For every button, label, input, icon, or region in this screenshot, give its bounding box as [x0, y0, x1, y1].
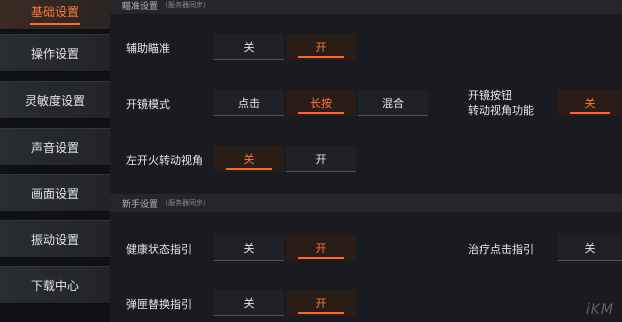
scope-button-turn-label: 开镜按钮 转动视角功能 — [468, 88, 534, 118]
sidebar-item-basic-settings[interactable]: 基础设置 — [0, 0, 110, 30]
scope-mode-hold-option[interactable]: 长按 — [286, 90, 356, 116]
section-title: 瞄准设置 — [122, 1, 159, 12]
left-fire-turn-off-option[interactable]: 关 — [214, 146, 284, 172]
heal-click-guide-off-option[interactable]: 关 — [558, 235, 622, 261]
left-fire-turn-on-option[interactable]: 开 — [286, 146, 356, 172]
grenade-swap-guide-label: 弹匣替换指引 — [126, 298, 192, 311]
health-guide-label: 健康状态指引 — [126, 243, 192, 256]
sidebar-item-operation-settings[interactable]: 操作设置 — [0, 34, 110, 72]
scope-mode-label: 开镜模式 — [126, 98, 170, 111]
sidebar-item-vibration-settings[interactable]: 振动设置 — [0, 220, 110, 258]
sidebar-item-display-settings[interactable]: 画面设置 — [0, 174, 110, 212]
health-guide-on-option[interactable]: 开 — [286, 235, 356, 261]
sidebar-item-sound-settings[interactable]: 声音设置 — [0, 128, 110, 166]
heal-click-guide-label: 治疗点击指引 — [468, 243, 534, 256]
sidebar-item-sensitivity-settings[interactable]: 灵敏度设置 — [0, 81, 110, 119]
scope-button-turn-label-line1: 开镜按钮 — [468, 89, 512, 102]
section-title: 新手设置 — [122, 199, 159, 210]
assist-aim-off-option[interactable]: 关 — [214, 34, 284, 60]
sidebar: 基础设置 操作设置 灵敏度设置 声音设置 画面设置 振动设置 下载中心 — [0, 0, 110, 322]
grenade-swap-guide-on-option[interactable]: 开 — [286, 290, 356, 316]
sidebar-item-download-center[interactable]: 下载中心 — [0, 266, 110, 304]
section-header-newbie: 新手设置 （服务器同步） — [110, 194, 622, 212]
left-fire-turn-label: 左开火转动视角 — [126, 154, 203, 167]
section-header-aim: 瞄准设置 （服务器同步） — [110, 0, 622, 14]
assist-aim-label: 辅助瞄准 — [126, 42, 170, 55]
section-note: （服务器同步） — [161, 199, 211, 207]
settings-panel: 瞄准设置 （服务器同步） 辅助瞄准 关 开 开镜模式 点击 长按 混合 开镜按钮… — [110, 0, 622, 322]
scope-button-turn-off-option[interactable]: 关 — [558, 90, 622, 116]
section-note: （服务器同步） — [161, 1, 211, 9]
scope-mode-mixed-option[interactable]: 混合 — [358, 90, 428, 116]
health-guide-off-option[interactable]: 关 — [214, 235, 284, 261]
scope-mode-tap-option[interactable]: 点击 — [214, 90, 284, 116]
grenade-swap-guide-off-option[interactable]: 关 — [214, 290, 284, 316]
watermark-logo: iKM — [585, 302, 614, 318]
scope-button-turn-label-line2: 转动视角功能 — [468, 104, 534, 117]
assist-aim-on-option[interactable]: 开 — [286, 34, 356, 60]
